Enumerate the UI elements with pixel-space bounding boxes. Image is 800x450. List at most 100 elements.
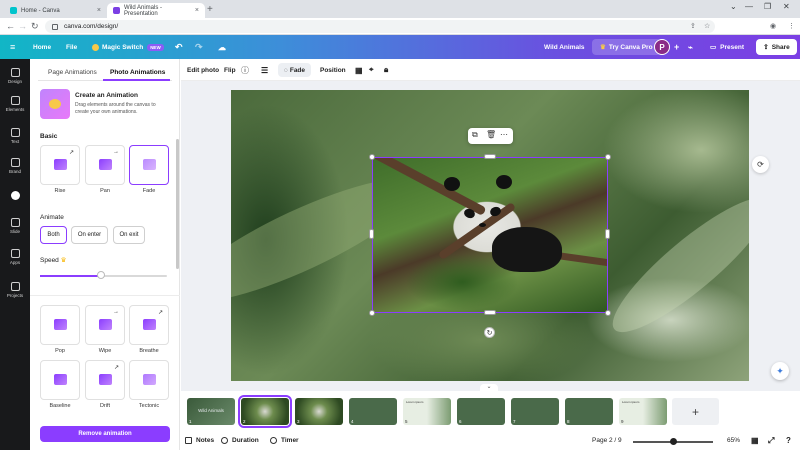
home-button[interactable]: Home: [33, 35, 51, 59]
profile-icon[interactable]: ◉: [770, 22, 776, 30]
add-slide-button[interactable]: +: [672, 398, 719, 425]
panel-scrollbar[interactable]: [176, 139, 179, 269]
edit-photo-button[interactable]: Edit photo: [187, 59, 219, 81]
slide-thumbnail-1[interactable]: Wild Animals 1: [187, 398, 235, 425]
try-canva-pro-button[interactable]: ♛ Try Canva Pro: [592, 39, 661, 55]
animation-wipe[interactable]: →: [85, 305, 125, 345]
more-options-icon[interactable]: ⋯: [500, 130, 508, 139]
duplicate-icon[interactable]: ⧉: [472, 130, 478, 140]
collapse-pages-icon[interactable]: ⌄: [480, 384, 498, 391]
rail-item-projects[interactable]: Projects: [0, 275, 30, 305]
animate-both-button[interactable]: Both: [40, 226, 67, 244]
resize-handle-bottom[interactable]: [484, 310, 496, 315]
flip-button[interactable]: Flip: [224, 59, 236, 81]
undo-icon[interactable]: ↶: [175, 35, 183, 59]
animation-drift[interactable]: ↗: [85, 360, 125, 400]
resize-handle-bottom-right[interactable]: [605, 310, 611, 316]
speed-slider-handle[interactable]: [96, 271, 105, 279]
resize-handle-top-right[interactable]: [605, 154, 611, 160]
rail-item-apps[interactable]: Apps: [0, 242, 30, 272]
slide-thumbnail-6[interactable]: 6: [457, 398, 505, 425]
grid-view-icon[interactable]: ▦: [751, 431, 759, 450]
animation-rise[interactable]: ↗: [40, 145, 80, 185]
fade-animation-button[interactable]: ◌ Fade: [278, 63, 311, 77]
slide-thumbnail-2[interactable]: 2: [238, 395, 292, 428]
transparency-icon[interactable]: ▦: [355, 59, 363, 81]
tab-search-icon[interactable]: ⌄: [730, 2, 737, 11]
slide-thumbnail-7[interactable]: 7: [511, 398, 559, 425]
resize-handle-left[interactable]: [369, 229, 374, 239]
animate-on-exit-button[interactable]: On exit: [113, 226, 145, 244]
duration-button[interactable]: Duration: [221, 431, 259, 450]
rail-item-elements[interactable]: Elements: [0, 89, 30, 119]
browser-menu-icon[interactable]: ⋮: [788, 22, 795, 30]
refresh-suggestion-icon[interactable]: ⟳: [752, 156, 769, 173]
minimize-icon[interactable]: —: [745, 2, 753, 11]
rail-item-canva-ai[interactable]: [0, 181, 30, 211]
reload-icon[interactable]: ↻: [31, 21, 39, 32]
close-tab-icon[interactable]: ×: [195, 7, 199, 14]
resize-handle-right[interactable]: [605, 229, 610, 239]
rail-item-brand[interactable]: Brand: [0, 151, 30, 181]
share-page-icon[interactable]: ⇪: [690, 22, 696, 30]
maximize-icon[interactable]: ❐: [764, 2, 771, 11]
tab-photo-animations[interactable]: Photo Animations: [110, 65, 165, 79]
animate-on-enter-button[interactable]: On enter: [71, 226, 108, 244]
back-icon[interactable]: ←: [6, 21, 15, 31]
add-collaborator-icon[interactable]: +: [674, 35, 679, 59]
browser-tab-presentation[interactable]: Wild Animals - Presentation ×: [107, 3, 205, 18]
animation-pop[interactable]: [40, 305, 80, 345]
rail-item-slide[interactable]: Slide: [0, 211, 30, 241]
hamburger-icon[interactable]: ≡: [10, 35, 15, 59]
site-info-icon[interactable]: [52, 23, 58, 30]
avatar[interactable]: P: [654, 39, 670, 55]
magic-switch-button[interactable]: Magic Switch NEW: [92, 35, 164, 59]
rail-item-design[interactable]: Design: [0, 61, 30, 91]
slide-thumbnail-9[interactable]: Lorem ipsum 9: [619, 398, 667, 425]
share-button[interactable]: ⇪ Share: [756, 39, 797, 55]
slide-thumbnail-5[interactable]: Lorem ipsum 5: [403, 398, 451, 425]
redo-icon[interactable]: ↷: [195, 35, 203, 59]
animation-breathe[interactable]: ↗: [129, 305, 169, 345]
fullscreen-icon[interactable]: ⤢: [768, 431, 774, 450]
address-input[interactable]: canva.com/design/: [45, 20, 715, 33]
design-title[interactable]: Wild Animals: [544, 35, 585, 59]
resize-handle-top-left[interactable]: [369, 154, 375, 160]
analytics-icon[interactable]: ⌁: [688, 35, 693, 59]
timer-button[interactable]: Timer: [270, 431, 299, 450]
resize-handle-bottom-left[interactable]: [369, 310, 375, 316]
close-tab-icon[interactable]: ×: [97, 7, 101, 14]
magic-assistant-icon[interactable]: ✦: [771, 362, 789, 380]
page-indicator[interactable]: Page 2 / 9: [592, 431, 622, 450]
animation-baseline[interactable]: [40, 360, 80, 400]
resize-handle-top[interactable]: [484, 154, 496, 159]
rail-item-text[interactable]: Text: [0, 121, 30, 151]
border-style-icon[interactable]: ☰: [261, 59, 268, 81]
cloud-save-icon[interactable]: ☁: [218, 35, 226, 59]
slide-thumbnail-3[interactable]: 3: [295, 398, 343, 425]
rotate-handle-icon[interactable]: ↻: [484, 327, 495, 338]
slide-thumbnail-8[interactable]: 8: [565, 398, 613, 425]
new-tab-button[interactable]: +: [207, 4, 213, 15]
help-icon[interactable]: ?: [786, 431, 791, 450]
animation-fade[interactable]: [129, 145, 169, 185]
lock-icon[interactable]: 🔒︎: [384, 59, 388, 81]
delete-icon[interactable]: 🗑︎: [486, 130, 496, 139]
tab-page-animations[interactable]: Page Animations: [48, 65, 97, 79]
info-icon[interactable]: ⓘ: [241, 59, 249, 81]
animation-pan[interactable]: →: [85, 145, 125, 185]
present-button[interactable]: ▭ Present: [710, 39, 744, 55]
create-animation-card[interactable]: Create an Animation Drag elements around…: [40, 89, 170, 121]
position-button[interactable]: Position: [320, 59, 346, 81]
slide-thumbnail-4[interactable]: 4: [349, 398, 397, 425]
forward-icon[interactable]: →: [18, 21, 27, 31]
bookmark-star-icon[interactable]: ☆: [704, 22, 710, 30]
zoom-slider-handle[interactable]: [670, 438, 677, 445]
zoom-level[interactable]: 65%: [727, 431, 740, 450]
browser-tab-home[interactable]: Home - Canva ×: [4, 3, 107, 18]
animation-tectonic[interactable]: [129, 360, 169, 400]
notes-button[interactable]: Notes: [185, 431, 214, 450]
paint-format-icon[interactable]: ⌖: [369, 59, 374, 81]
close-window-icon[interactable]: ✕: [783, 2, 790, 11]
file-menu-button[interactable]: File: [66, 35, 77, 59]
